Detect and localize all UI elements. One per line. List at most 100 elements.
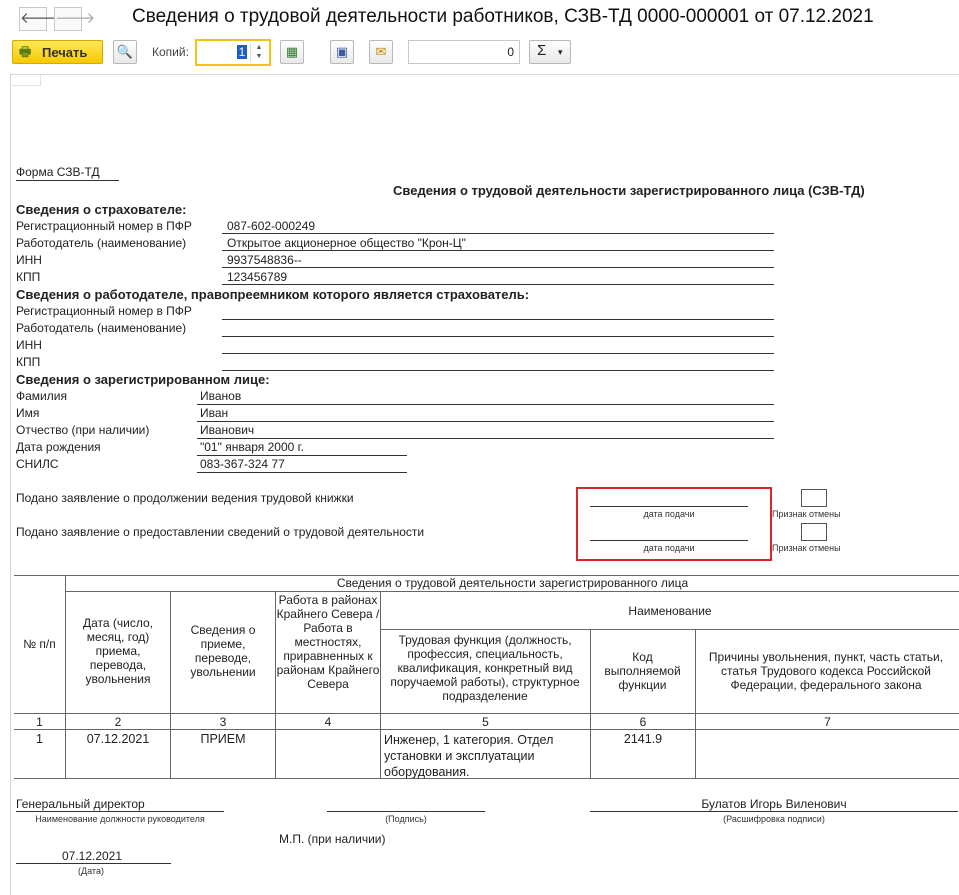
forward-button[interactable]: 🡒 bbox=[54, 7, 95, 31]
person-label: СНИЛС bbox=[16, 457, 59, 471]
person-label: Отчество (при наличии) bbox=[16, 423, 150, 437]
table-cell: 07.12.2021 bbox=[86, 732, 150, 746]
column-number: 1 bbox=[36, 715, 43, 729]
save-button[interactable]: ▣ bbox=[330, 40, 354, 64]
position-caption: Наименование должности руководителя bbox=[35, 814, 205, 824]
sum-field[interactable]: 0 bbox=[408, 40, 520, 64]
table-group-header: Сведения о трудовой деятельности зарегис… bbox=[336, 576, 689, 590]
application-text: Подано заявление о предоставлении сведен… bbox=[16, 525, 425, 539]
email-button[interactable]: ✉ bbox=[369, 40, 393, 64]
table-border bbox=[14, 713, 959, 714]
cancel-checkbox[interactable] bbox=[801, 489, 827, 507]
director-name: Булатов Игорь Виленович bbox=[701, 797, 847, 811]
insurer-label: Регистрационный номер в ПФР bbox=[16, 219, 192, 233]
sign-underline bbox=[327, 811, 485, 812]
document-corner bbox=[12, 75, 41, 86]
successor-underline bbox=[222, 353, 774, 354]
edit-table-icon: ▦ bbox=[285, 44, 299, 59]
insurer-label: ИНН bbox=[16, 253, 42, 267]
person-underline bbox=[197, 455, 407, 456]
copies-spinner[interactable]: ▲ ▼ bbox=[250, 43, 267, 62]
successor-underline bbox=[222, 336, 774, 337]
person-value: Иванович bbox=[200, 423, 255, 437]
chevron-down-icon: ▾ bbox=[558, 47, 563, 57]
column-header: Код выполняемой функции bbox=[604, 650, 681, 692]
table-cell: 2141.9 bbox=[623, 732, 663, 746]
name-underline bbox=[590, 811, 958, 812]
arrow-right-icon: 🡒 bbox=[55, 10, 96, 27]
date-caption: дата подачи bbox=[643, 543, 695, 553]
form-name: Форма СЗВ-ТД bbox=[16, 165, 100, 179]
column-header: Работа в районах Крайнего Севера / Работ… bbox=[276, 593, 380, 691]
sign-date-caption: (Дата) bbox=[78, 866, 104, 876]
person-value: "01" января 2000 г. bbox=[200, 440, 304, 454]
cancel-caption: Признак отмены bbox=[772, 509, 841, 519]
person-value: Иванов bbox=[200, 389, 242, 403]
director-position: Генеральный директор bbox=[16, 797, 145, 811]
print-label: Печать bbox=[42, 45, 88, 60]
application-text: Подано заявление о продолжении ведения т… bbox=[16, 491, 354, 505]
printer-icon: 🖶 bbox=[19, 44, 32, 59]
insurer-value: 123456789 bbox=[227, 270, 288, 284]
successor-label: ИНН bbox=[16, 338, 42, 352]
stamp-label: М.П. (при наличии) bbox=[279, 832, 386, 846]
column-number: 2 bbox=[114, 715, 122, 729]
table-border bbox=[170, 591, 171, 779]
insurer-value: Открытое акционерное общество "Крон-Ц" bbox=[227, 236, 466, 250]
edit-button[interactable]: ▦ bbox=[280, 40, 304, 64]
date-underline bbox=[590, 540, 748, 541]
successor-underline bbox=[222, 370, 774, 371]
form-name-underline bbox=[16, 180, 119, 181]
table-border bbox=[14, 729, 959, 730]
successor-label: Работодатель (наименование) bbox=[16, 321, 187, 335]
table-name-header: Наименование bbox=[628, 604, 712, 618]
person-section-title: Сведения о зарегистрированном лице: bbox=[16, 372, 270, 387]
preview-button[interactable]: 🔍 bbox=[113, 40, 137, 64]
column-number: 3 bbox=[219, 715, 227, 729]
insurer-underline bbox=[222, 284, 774, 285]
column-header: № п/п bbox=[23, 637, 56, 651]
table-border bbox=[66, 591, 959, 592]
table-border bbox=[380, 591, 381, 779]
date-underline bbox=[16, 863, 171, 864]
insurer-underline bbox=[222, 267, 774, 268]
table-border bbox=[381, 629, 959, 630]
sum-button[interactable]: Σ ▾ bbox=[529, 40, 571, 64]
person-underline bbox=[197, 404, 774, 405]
column-header: Сведения о приеме, переводе, увольнении bbox=[190, 623, 256, 679]
person-underline bbox=[197, 472, 407, 473]
table-border bbox=[695, 629, 696, 779]
window-title: Сведения о трудовой деятельности работни… bbox=[132, 6, 874, 27]
successor-underline bbox=[222, 319, 774, 320]
copies-input[interactable]: 1 ▲ ▼ bbox=[195, 39, 271, 66]
insurer-label: КПП bbox=[16, 270, 41, 284]
person-underline bbox=[197, 438, 774, 439]
save-icon: ▣ bbox=[335, 44, 349, 59]
insurer-section-title: Сведения о страхователе: bbox=[16, 202, 187, 217]
person-label: Дата рождения bbox=[16, 440, 101, 454]
cancel-checkbox[interactable] bbox=[801, 523, 827, 541]
sign-caption: (Подпись) bbox=[385, 814, 427, 824]
insurer-underline bbox=[222, 233, 774, 234]
back-button[interactable]: 🡐 bbox=[19, 7, 60, 31]
position-underline bbox=[16, 811, 224, 812]
successor-label: КПП bbox=[16, 355, 41, 369]
name-caption: (Расшифровка подписи) bbox=[723, 814, 825, 824]
column-header: Трудовая функция (должность, профессия, … bbox=[390, 633, 580, 703]
table-cell: 1 bbox=[36, 732, 43, 746]
magnifier-icon: 🔍 bbox=[116, 44, 134, 59]
copies-label: Копий: bbox=[152, 45, 189, 59]
column-number: 7 bbox=[824, 715, 831, 729]
person-label: Фамилия bbox=[16, 389, 67, 403]
insurer-value: 087-602-000249 bbox=[227, 219, 316, 233]
copies-value: 1 bbox=[237, 45, 247, 59]
table-cell: Инженер, 1 категория. Отдел установки и … bbox=[384, 733, 554, 779]
cancel-caption: Признак отмены bbox=[772, 543, 841, 553]
envelope-icon: ✉ bbox=[375, 44, 387, 59]
sigma-icon: Σ bbox=[537, 42, 547, 59]
insurer-underline bbox=[222, 250, 774, 251]
print-button[interactable]: 🖶 Печать bbox=[12, 40, 103, 64]
insurer-label: Работодатель (наименование) bbox=[16, 236, 187, 250]
successor-label: Регистрационный номер в ПФР bbox=[16, 304, 192, 318]
table-cell: ПРИЕМ bbox=[200, 732, 246, 746]
